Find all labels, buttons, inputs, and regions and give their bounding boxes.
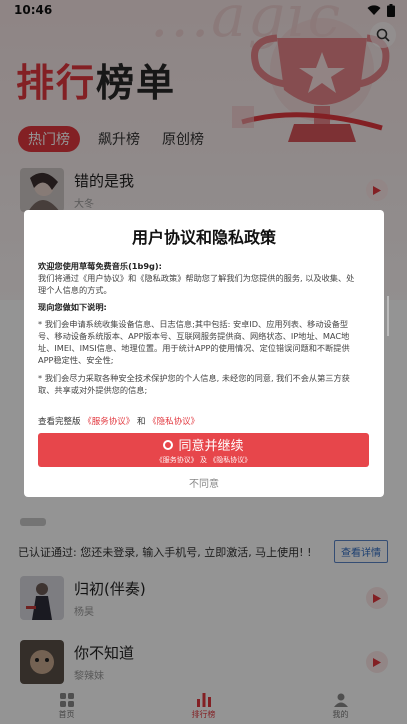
view-prefix: 查看完整版 xyxy=(38,417,81,427)
agree-sublabel: 《服务协议》 及 《隐私协议》 xyxy=(155,456,252,464)
service-agreement-link[interactable]: 《服务协议》 xyxy=(83,417,134,427)
disagree-button[interactable]: 不同意 xyxy=(38,475,370,490)
radio-circle-icon xyxy=(163,439,174,450)
dialog-section-heading: 现向您做如下说明: xyxy=(38,301,107,312)
dialog-item-security: * 我们会尽力采取各种安全技术保护您的个人信息, 未经您的同意, 我们不会从第三… xyxy=(38,372,350,395)
privacy-agreement-link[interactable]: 《隐私协议》 xyxy=(148,417,199,427)
dialog-title: 用户协议和隐私政策 xyxy=(131,228,276,247)
dialog-scrollbar[interactable] xyxy=(387,296,389,336)
dialog-item-device-info: * 我们会申请系统收集设备信息、日志信息;其中包括: 安卓ID、应用列表、移动设… xyxy=(38,318,350,366)
agree-continue-button[interactable]: 同意并继续 《服务协议》 及 《隐私协议》 xyxy=(38,433,369,467)
agree-main: 同意并继续 xyxy=(163,435,244,454)
view-full-agreement: 查看完整版 《服务协议》 和 《隐私协议》 xyxy=(38,415,370,427)
agree-label: 同意并继续 xyxy=(178,439,244,454)
and-text: 和 xyxy=(136,417,146,427)
dialog-greeting: 欢迎您使用草莓免费音乐(1b9g): xyxy=(38,261,162,271)
privacy-agreement-dialog: 用户协议和隐私政策 欢迎您使用草莓免费音乐(1b9g): 我们将通过《用户协议》… xyxy=(24,210,384,497)
dialog-body: 欢迎您使用草莓免费音乐(1b9g): 我们将通过《用户协议》和《隐私政策》帮助您… xyxy=(38,260,370,412)
dialog-intro: 我们将通过《用户协议》和《隐私政策》帮助您了解我们为您提供的服务, 以及收集、处… xyxy=(38,273,355,296)
